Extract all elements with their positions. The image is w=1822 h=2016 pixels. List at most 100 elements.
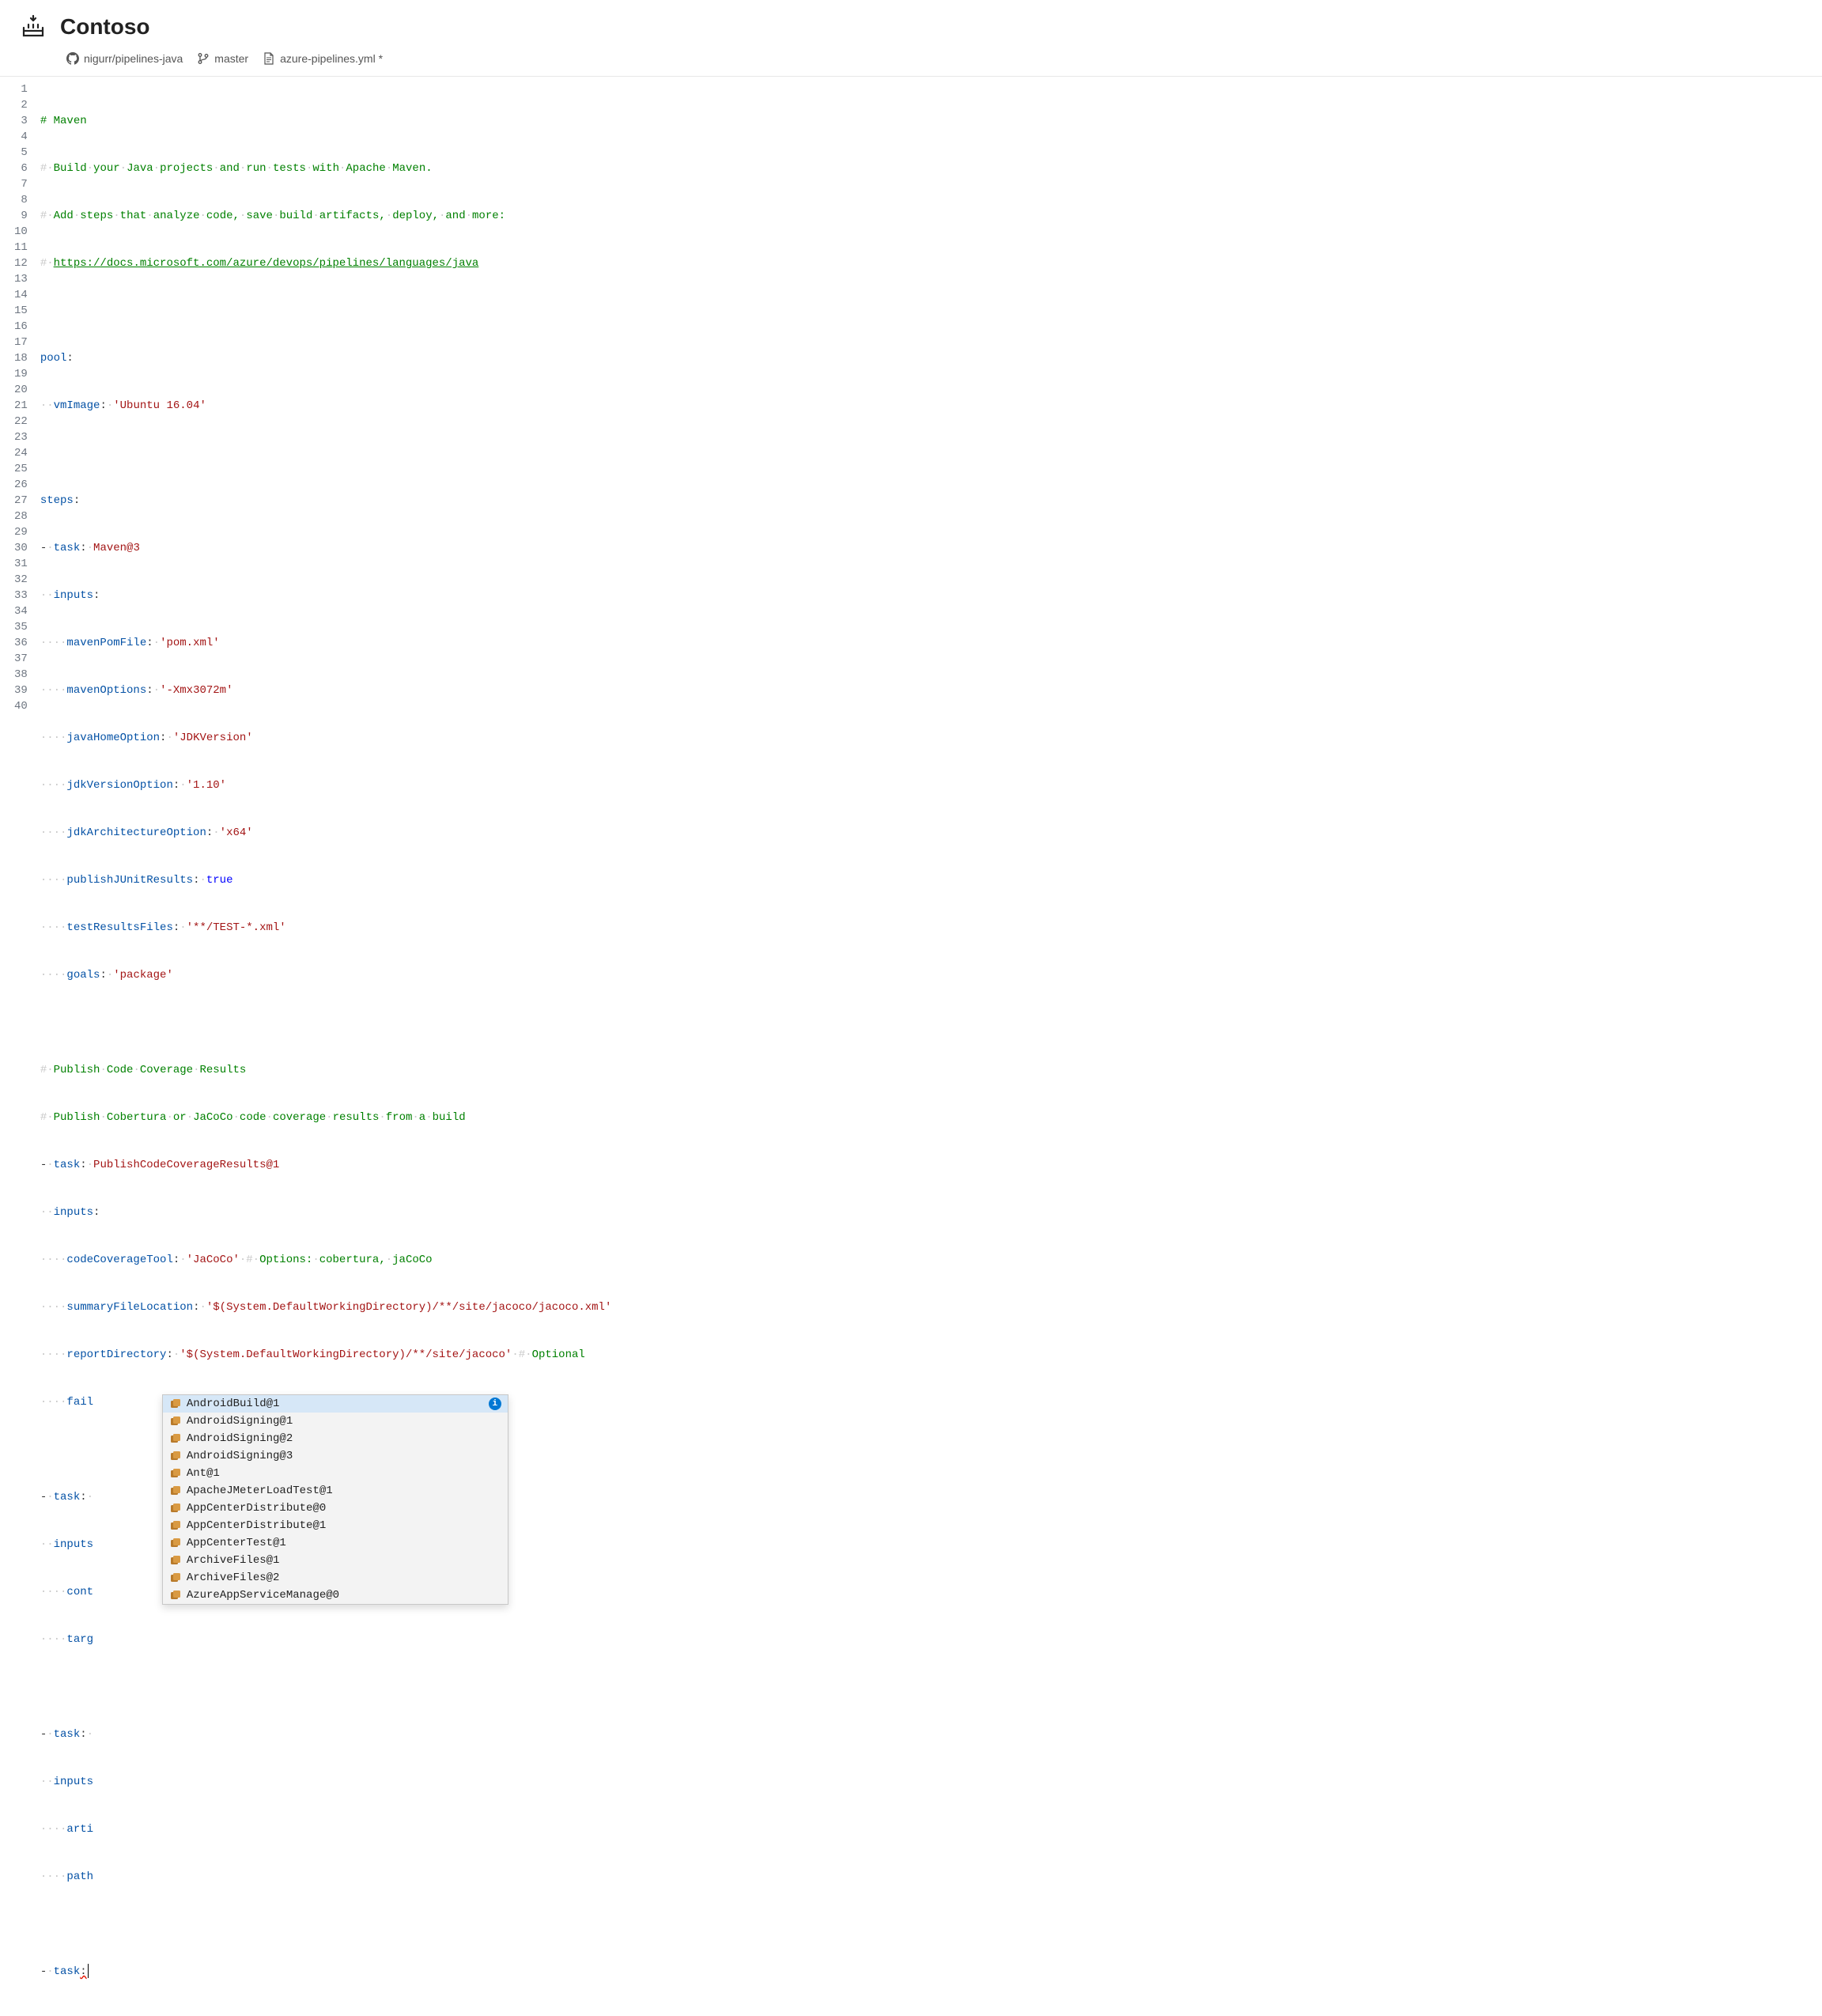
code-line: #·Publish·Cobertura·or·JaCoCo·code·cover… — [36, 1110, 1822, 1125]
snippet-icon — [169, 1572, 182, 1584]
line-number: 23 — [14, 429, 28, 445]
code-line: ····arti — [36, 1821, 1822, 1837]
suggest-item-label: AndroidSigning@2 — [187, 1431, 293, 1447]
text-cursor — [88, 1964, 89, 1978]
suggest-item-label: Ant@1 — [187, 1466, 220, 1481]
code-line — [36, 1679, 1822, 1695]
line-number: 18 — [14, 350, 28, 366]
suggest-item[interactable]: AzureAppServiceManage@0 — [163, 1587, 508, 1604]
code-line: #·Publish·Code·Coverage·Results — [36, 1062, 1822, 1078]
snippet-icon — [169, 1398, 182, 1410]
code-line — [36, 303, 1822, 319]
github-icon — [66, 52, 79, 65]
snippet-icon — [169, 1450, 182, 1462]
suggest-item-label: AppCenterTest@1 — [187, 1535, 286, 1551]
code-line: ····mavenPomFile:·'pom.xml' — [36, 635, 1822, 651]
suggest-item[interactable]: AndroidBuild@1 i — [163, 1395, 508, 1413]
suggest-item-label: AzureAppServiceManage@0 — [187, 1587, 339, 1603]
breadcrumb-file-text: azure-pipelines.yml * — [280, 52, 383, 65]
line-number: 24 — [14, 445, 28, 461]
suggest-item-label: ApacheJMeterLoadTest@1 — [187, 1483, 333, 1499]
line-number: 22 — [14, 414, 28, 429]
code-line: steps: — [36, 493, 1822, 509]
code-line: -·task: — [36, 1964, 1822, 1980]
line-number: 21 — [14, 398, 28, 414]
line-number: 5 — [14, 145, 28, 161]
code-line: ····publishJUnitResults:·true — [36, 872, 1822, 888]
info-icon[interactable]: i — [489, 1398, 501, 1410]
line-number: 16 — [14, 319, 28, 335]
code-line — [36, 1916, 1822, 1932]
suggest-item[interactable]: AndroidSigning@2 — [163, 1430, 508, 1447]
suggest-item-label: AndroidSigning@3 — [187, 1448, 293, 1464]
suggest-item[interactable]: AppCenterTest@1 — [163, 1534, 508, 1552]
suggest-item[interactable]: AppCenterDistribute@0 — [163, 1500, 508, 1517]
code-line: ····mavenOptions:·'-Xmx3072m' — [36, 683, 1822, 698]
suggest-item[interactable]: AndroidSigning@3 — [163, 1447, 508, 1465]
suggest-item-label: AndroidSigning@1 — [187, 1413, 293, 1429]
code-line: ····fail AndroidBuild@1iAndroidSigning@1… — [36, 1394, 1822, 1410]
code-line: ··vmImage:·'Ubuntu 16.04' — [36, 398, 1822, 414]
code-editor[interactable]: 1234567891011121314151617181920212223242… — [0, 76, 1822, 2016]
suggest-item-label: AndroidBuild@1 — [187, 1396, 280, 1412]
code-line: ····reportDirectory:·'$(System.DefaultWo… — [36, 1347, 1822, 1363]
line-number: 19 — [14, 366, 28, 382]
line-number: 2 — [14, 97, 28, 113]
code-line — [36, 445, 1822, 461]
app-title: Contoso — [60, 14, 150, 40]
header-bar: Contoso — [0, 0, 1822, 47]
editor-code-area[interactable]: # Maven #·Build·your·Java·projects·and·r… — [36, 77, 1822, 2016]
line-number: 12 — [14, 255, 28, 271]
code-line: ····jdkVersionOption:·'1.10' — [36, 777, 1822, 793]
breadcrumb-branch-text: master — [214, 52, 248, 65]
code-line: -·task:·PublishCodeCoverageResults@1 — [36, 1157, 1822, 1173]
line-number: 8 — [14, 192, 28, 208]
breadcrumb: nigurr/pipelines-java master azure-pipel… — [0, 47, 1822, 76]
code-line: ····testResultsFiles:·'**/TEST-*.xml' — [36, 920, 1822, 936]
code-line: ··inputs — [36, 1774, 1822, 1790]
line-number: 30 — [14, 540, 28, 556]
line-number: 38 — [14, 667, 28, 683]
snippet-icon — [169, 1467, 182, 1480]
breadcrumb-repo[interactable]: nigurr/pipelines-java — [66, 52, 183, 65]
code-line: ····path — [36, 1869, 1822, 1885]
breadcrumb-repo-text: nigurr/pipelines-java — [84, 52, 183, 65]
code-line: ····summaryFileLocation:·'$(System.Defau… — [36, 1299, 1822, 1315]
code-line: ··inputs: — [36, 588, 1822, 603]
snippet-icon — [169, 1537, 182, 1549]
suggest-item[interactable]: AndroidSigning@1 — [163, 1413, 508, 1430]
line-number: 3 — [14, 113, 28, 129]
suggest-item[interactable]: ArchiveFiles@2 — [163, 1569, 508, 1587]
suggest-item-label: ArchiveFiles@1 — [187, 1553, 280, 1568]
app-icon — [19, 13, 47, 41]
line-number: 10 — [14, 224, 28, 240]
line-number: 36 — [14, 635, 28, 651]
intellisense-popup[interactable]: AndroidBuild@1 i AndroidSigning@1 AndroidSi… — [162, 1394, 508, 1605]
snippet-icon — [169, 1554, 182, 1567]
line-number: 34 — [14, 603, 28, 619]
line-number: 37 — [14, 651, 28, 667]
code-line: ····jdkArchitectureOption:·'x64' — [36, 825, 1822, 841]
line-number: 20 — [14, 382, 28, 398]
code-line: ··inputs: — [36, 1205, 1822, 1220]
line-number: 9 — [14, 208, 28, 224]
file-icon — [263, 52, 275, 65]
snippet-icon — [169, 1589, 182, 1602]
line-number: 15 — [14, 303, 28, 319]
suggest-item[interactable]: ArchiveFiles@1 — [163, 1552, 508, 1569]
suggest-item[interactable]: ApacheJMeterLoadTest@1 — [163, 1482, 508, 1500]
line-number: 13 — [14, 271, 28, 287]
line-number: 11 — [14, 240, 28, 255]
suggest-item[interactable]: Ant@1 — [163, 1465, 508, 1482]
snippet-icon — [169, 1415, 182, 1428]
breadcrumb-branch[interactable]: master — [197, 52, 248, 65]
snippet-icon — [169, 1485, 182, 1497]
suggest-item[interactable]: AppCenterDistribute@1 — [163, 1517, 508, 1534]
snippet-icon — [169, 1502, 182, 1515]
line-number: 32 — [14, 572, 28, 588]
line-number: 4 — [14, 129, 28, 145]
breadcrumb-file[interactable]: azure-pipelines.yml * — [263, 52, 383, 65]
suggest-item-label: AppCenterDistribute@0 — [187, 1500, 326, 1516]
code-line: #·https://docs.microsoft.com/azure/devop… — [36, 255, 1822, 271]
code-line: ····targ — [36, 1632, 1822, 1647]
